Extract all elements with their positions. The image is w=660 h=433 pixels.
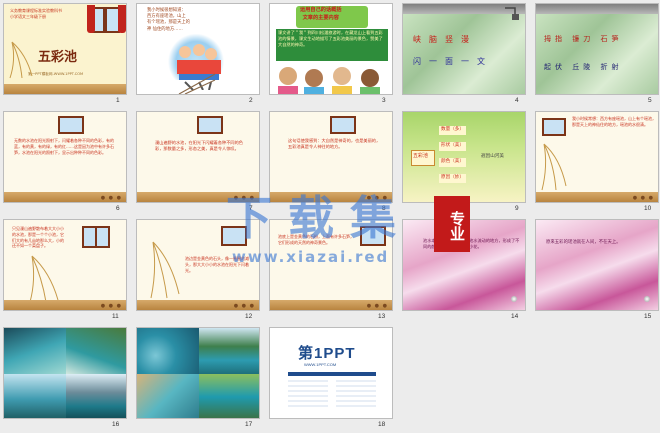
slide-number: 10 (644, 205, 652, 212)
children-photo (278, 67, 380, 94)
bullet-icon (511, 296, 517, 302)
slide-thumb-16[interactable] (3, 327, 127, 419)
slide-number: 11 (112, 313, 119, 320)
mindmap-root: 五彩池 (413, 153, 429, 159)
window-icon (58, 116, 84, 134)
bullet-icon (644, 296, 650, 302)
slide-text: 池边是金黄色的石头，像一圈圈的滩头，那大大小小的水池在阳光下闪着光。 (185, 256, 249, 273)
slide-text: 课文讲了＂我＂到四川松潘旅游时，在藏龙山上看到五彩池的情景，课文生动地描写了五彩… (278, 30, 383, 48)
slide-thumb-3[interactable]: 运用自己的话概括 文章的主要内容 课文讲了＂我＂到四川松潘旅游时，在藏龙山上看到… (269, 3, 393, 95)
tree-icon (541, 143, 567, 191)
ppt-logo-url: WWW.1PPT.COM (304, 362, 337, 367)
slide-thumb-6[interactable]: 无数的水池在阳光照射下，闪耀着各种不同的色彩，有的蓝，有的黄，有的绿，有的红……… (3, 111, 127, 203)
slide-footer: 第一PPT模板网-WWW.1PPT.COM (28, 72, 84, 76)
slide-number: 16 (112, 421, 120, 428)
slide-thumb-17[interactable] (136, 327, 260, 419)
slide-number: 12 (245, 313, 253, 320)
mindmap-item: 形状（美） (439, 142, 466, 151)
ppt-logo: 第1PPT (298, 345, 356, 362)
slide-thumb-18[interactable]: 第1PPT WWW.1PPT.COM (269, 327, 393, 419)
slide-number: 3 (382, 97, 386, 104)
vocab-row-2: 闪一面一文 (413, 57, 493, 66)
landscape-photo (66, 328, 126, 374)
slide-number: 7 (249, 205, 253, 212)
tree-icon (150, 241, 180, 299)
slide-thumb-15[interactable]: 原来五彩的瑶池就在人间，不在天上。 (535, 219, 659, 311)
slide-text: 我小时候常想：西方有座瑶池，山上有个瑶池，那是天上的神仙住的地方，瑶池的水很清。 (572, 116, 656, 127)
slide-thumb-14[interactable]: 池水本来是无色透明的，池水流动的地方，形成了不同的颜色，池边有美丽的小花。 (402, 219, 526, 311)
landscape-photo (199, 328, 259, 374)
vocab-row-1: 拇指 镰刀 石笋 (544, 35, 623, 43)
slide-text: 无数的水池在阳光照射下，闪耀着各种不同的色彩，有的蓝，有的黄，有的绿，有的红……… (14, 138, 114, 155)
slide-number: 14 (511, 313, 519, 320)
slide-text: 我小时候很想知道： 西方有座瑶池，山上 有个瑶池，那是天上的 神 仙住的地方…… (147, 8, 190, 32)
lamp-icon (505, 7, 519, 20)
slide-thumb-4[interactable]: 峡脑竖漫 闪一面一文 (402, 3, 526, 95)
mindmap-result: 遐因山河美 (481, 154, 504, 159)
slide-number: 1 (116, 97, 120, 104)
slide-number: 13 (378, 313, 386, 320)
slide-number: 2 (249, 97, 253, 104)
slide-thumb-7[interactable]: 漫山遍野的水池，在阳光下闪耀着各种不同的色彩，那数量之多，形态之美，真是令人惊叹… (136, 111, 260, 203)
mindmap-item: 数量（多） (439, 126, 466, 135)
slide-title: 五彩池 (38, 50, 78, 65)
slide-thumb-8[interactable]: 这句话使我感到：大自然是神奇的，也是美丽的，五彩池真是令人神往的地方。 ● ● … (269, 111, 393, 203)
slide-thumb-5[interactable]: 拇指 镰刀 石笋 起伏 丘陵 折射 (535, 3, 659, 95)
curtain-icon (118, 5, 126, 33)
vocab-row-1: 峡脑竖漫 (413, 35, 477, 44)
railway-icon (178, 73, 216, 94)
slide-text: 这句话使我感到：大自然是神奇的，也是美丽的，五彩池真是令人神往的地方。 (288, 138, 381, 150)
window-icon (330, 116, 356, 134)
landscape-photo (66, 374, 126, 418)
slide-number: 6 (116, 205, 120, 212)
window-icon (542, 118, 566, 136)
slide-header: 义务教育课程标准实验教科书 小学语文三年级下册 (10, 8, 62, 19)
tree-icon (9, 41, 33, 79)
slide-number: 8 (382, 205, 386, 212)
window-icon (197, 116, 223, 134)
slide-text: 池底上是金黄色的石粉，上面有许多石笋，它们形成的天然的神奇景色。 (278, 234, 354, 245)
slide-text: 原来五彩的瑶池就在人间，不在天上。 (546, 240, 621, 245)
landscape-photo (137, 374, 199, 418)
slide-text: 只见漫山遍野散布着大大小小的水池，那是一个个小池，它们大的有几亩地那么大，小的还… (12, 226, 64, 249)
landscape-photo (4, 328, 66, 374)
slide-number: 18 (378, 421, 386, 428)
slide-number: 5 (648, 97, 652, 104)
slide-thumb-1[interactable]: 义务教育课程标准实验教科书 小学语文三年级下册 五彩池 第一PPT模板网-WWW… (3, 3, 127, 95)
landscape-photo (4, 374, 66, 418)
tree-icon (29, 255, 59, 303)
window-icon (360, 226, 386, 246)
landscape-photo (199, 374, 259, 418)
slide-thumb-11[interactable]: 只见漫山遍野散布着大大小小的水池，那是一个个小池，它们大的有几亩地那么大，小的还… (3, 219, 127, 311)
slide-thumb-9[interactable]: 五彩池 数量（多） 形状（美） 颜色（美） 原因（妙） 遐因山河美 (402, 111, 526, 203)
window-icon (221, 226, 247, 246)
slide-thumb-2[interactable]: 我小时候很想知道： 西方有座瑶池，山上 有个瑶池，那是天上的 神 仙住的地方…… (136, 3, 260, 95)
slide-thumb-13[interactable]: 池底上是金黄色的石粉，上面有许多石笋，它们形成的天然的神奇景色。 ● ● ● (269, 219, 393, 311)
slide-number: 15 (644, 313, 652, 320)
slide-thumb-10[interactable]: 我小时候常想：西方有座瑶池，山上有个瑶池，那是天上的神仙住的地方，瑶池的水很清。… (535, 111, 659, 203)
landscape-photo (137, 328, 199, 374)
slide-thumb-12[interactable]: 池边是金黄色的石头，像一圈圈的滩头，那大大小小的水池在阳光下闪着光。 ● ● ● (136, 219, 260, 311)
slide-text: 漫山遍野的水池，在阳光下闪耀着各种不同的色彩，那数量之多，形态之美，真是令人惊叹… (155, 140, 243, 152)
slide-text: 池水本来是无色透明的，池水流动的地方，形成了不同的颜色，池边有美丽的小花。 (423, 238, 520, 250)
slide-number: 9 (515, 205, 519, 212)
slide-number: 17 (245, 421, 253, 428)
slide-number: 4 (515, 97, 519, 104)
mindmap-item: 颜色（美） (439, 158, 466, 167)
slide-title: 运用自己的话概括 文章的主要内容 (300, 7, 342, 21)
window-icon (82, 226, 110, 248)
mindmap-item: 原因（妙） (439, 174, 466, 183)
curtain-icon (87, 5, 95, 33)
vocab-row-2: 起伏 丘陵 折射 (544, 63, 623, 71)
